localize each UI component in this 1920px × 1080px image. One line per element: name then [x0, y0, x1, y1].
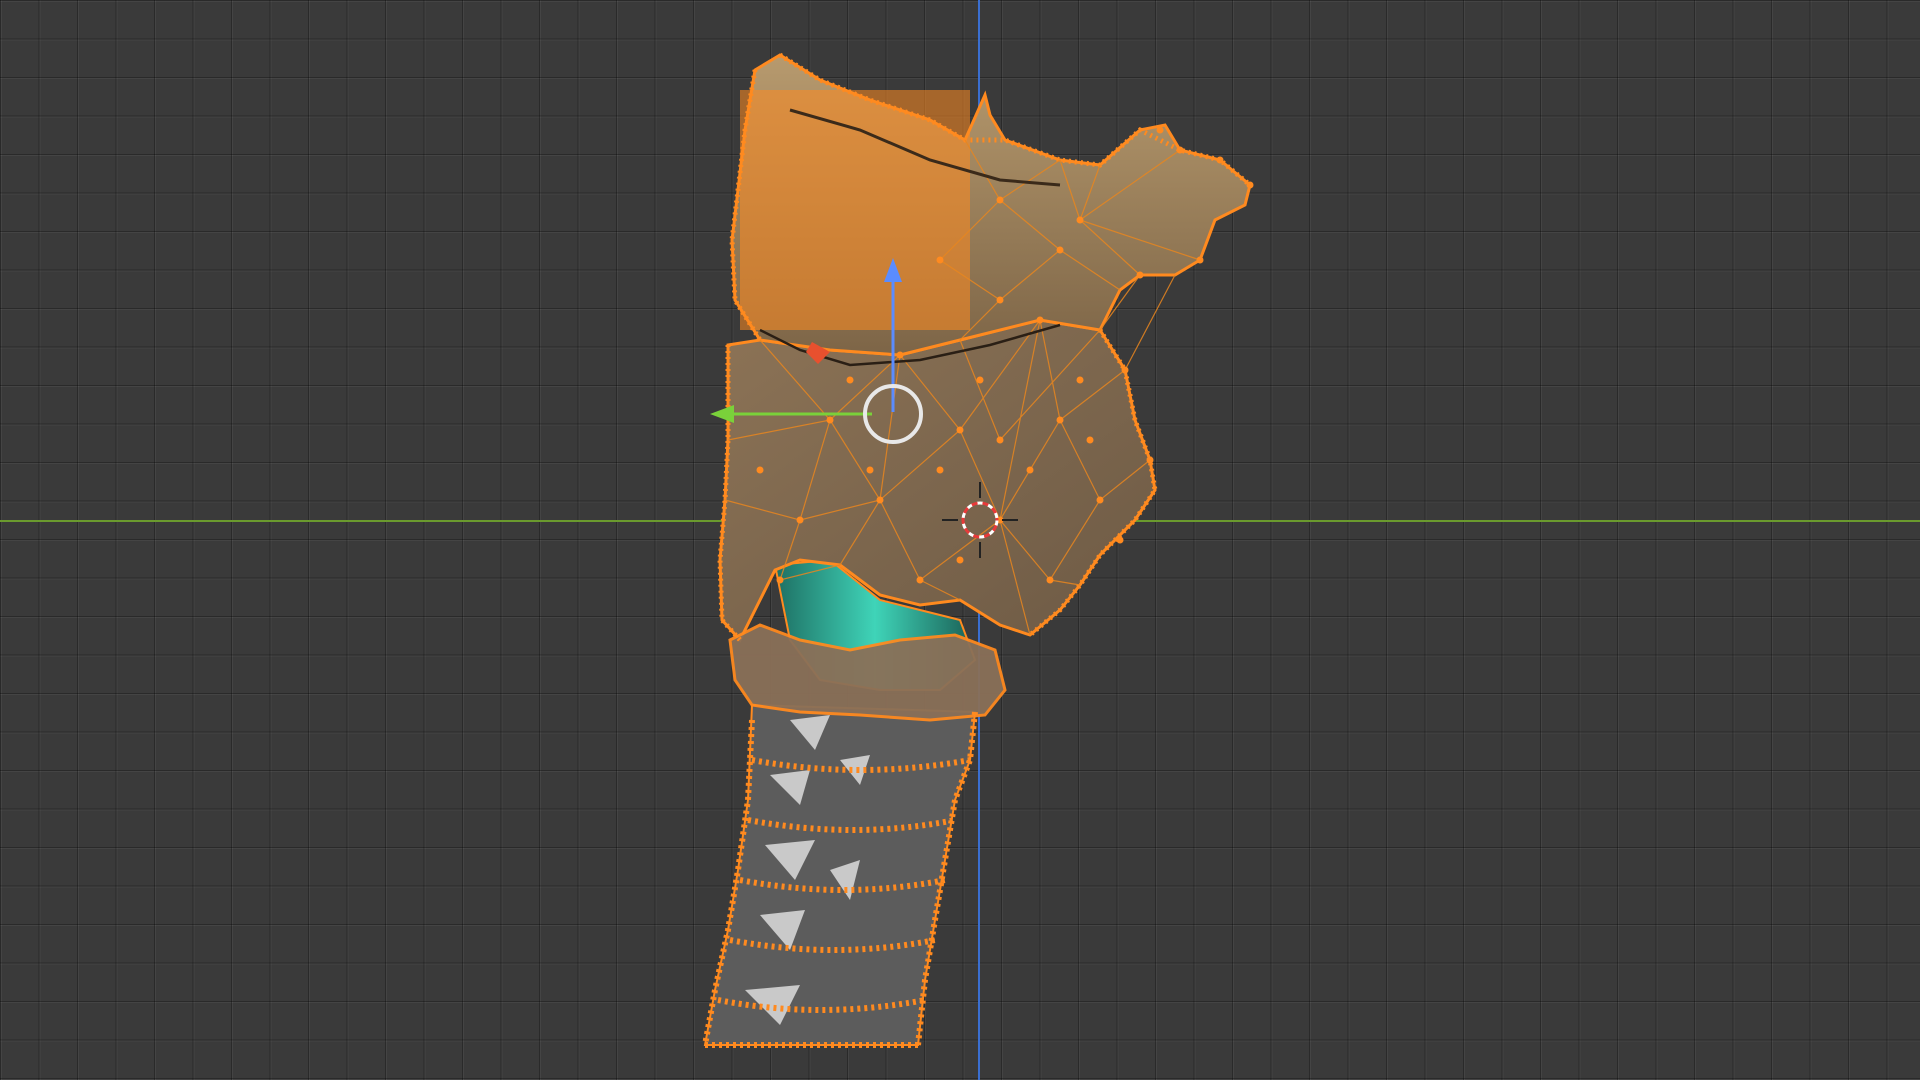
- y-axis-arrow-icon[interactable]: [710, 405, 734, 423]
- vertex-cluster-upper: [740, 90, 970, 330]
- 3d-viewport[interactable]: [0, 0, 1920, 1080]
- scene-canvas[interactable]: [0, 0, 1920, 1080]
